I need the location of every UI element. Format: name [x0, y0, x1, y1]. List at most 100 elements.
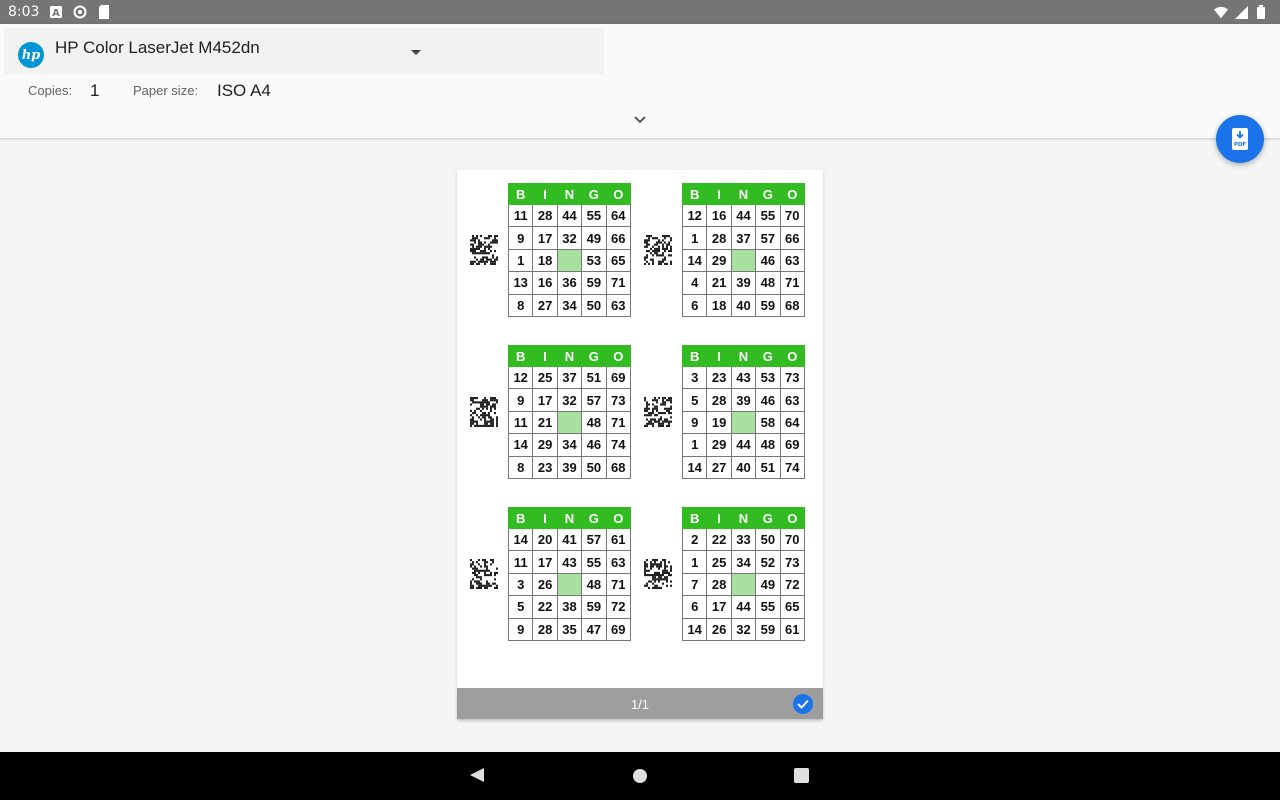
bingo-cell: 9 — [507, 388, 534, 412]
bingo-cell: 22 — [706, 527, 732, 552]
bingo-row: 14 29 34 46 74 — [507, 433, 632, 457]
copies-value[interactable]: 1 — [90, 81, 99, 101]
page-number: 1/1 — [630, 697, 650, 712]
bingo-cell: 68 — [779, 293, 806, 317]
bingo-cell: 39 — [556, 455, 583, 479]
bingo-cell: 51 — [581, 365, 607, 390]
bingo-cell: 28 — [532, 203, 558, 228]
bingo-cell: 23 — [706, 365, 732, 390]
home-icon[interactable] — [633, 769, 647, 783]
bingo-row: 9 19 58 64 — [681, 410, 806, 435]
bingo-cell: 7 — [681, 572, 708, 597]
bingo-cell: 71 — [779, 271, 806, 295]
bingo-cell: 22 — [532, 595, 558, 619]
bingo-cell: 50 — [581, 455, 607, 479]
bingo-cell: 9 — [507, 617, 534, 641]
bingo-cell: 23 — [532, 455, 558, 479]
bingo-card: B I N G O 2 22 33 50 70 1 25 34 52 73 7 28 49 72 6 17 44 55 65 1… — [681, 507, 806, 641]
pdf-download-icon: PDF — [1232, 128, 1248, 150]
bingo-cell: 55 — [581, 550, 607, 574]
bingo-cell: 26 — [706, 617, 732, 641]
bingo-cell: 48 — [755, 433, 781, 457]
a-icon: A — [49, 5, 63, 19]
bingo-header-letter: I — [706, 507, 732, 529]
print-preview-page[interactable]: B I N G O 11 28 44 55 64 9 17 32 49 66 1 18 53 65 13 16 36 59 7… — [457, 170, 823, 688]
bingo-cell: 59 — [581, 595, 607, 619]
bingo-header-letter: O — [605, 507, 632, 529]
bingo-card: B I N G O 14 20 41 57 61 11 17 43 55 63 3 26 48 71 5 22 38 59 7… — [507, 507, 632, 641]
bingo-row: 9 28 35 47 69 — [507, 617, 632, 641]
expand-options-chevron-icon[interactable] — [632, 112, 648, 128]
bingo-cell: 32 — [730, 617, 757, 641]
copies-label: Copies: — [28, 83, 73, 98]
bingo-cell: 50 — [581, 293, 607, 317]
hp-logo: hp — [18, 42, 44, 68]
qr-code — [470, 235, 498, 265]
bingo-cell: 43 — [730, 365, 757, 390]
recents-icon[interactable] — [794, 768, 809, 783]
bingo-cell: 63 — [605, 550, 632, 574]
bingo-cell: 4 — [681, 271, 708, 295]
bingo-row: 12 25 37 51 69 — [507, 365, 632, 390]
bingo-cell: 46 — [755, 388, 781, 412]
bingo-cell: 49 — [581, 226, 607, 250]
paper-size-value[interactable]: ISO A4 — [217, 81, 271, 101]
bingo-cell: 26 — [532, 572, 558, 597]
bingo-cell: 50 — [755, 527, 781, 552]
bingo-cell: 66 — [605, 226, 632, 250]
bingo-header-letter: G — [755, 345, 781, 367]
bingo-cell: 6 — [681, 293, 708, 317]
bingo-cell: 37 — [556, 365, 583, 390]
bingo-cell: 1 — [681, 550, 708, 574]
bingo-row: 14 26 32 59 61 — [681, 617, 806, 641]
sync-icon — [73, 5, 87, 19]
bingo-cell: 64 — [779, 410, 806, 435]
bingo-cell: 1 — [681, 433, 708, 457]
bingo-cell: 58 — [755, 410, 781, 435]
bingo-cell: 2 — [681, 527, 708, 552]
bingo-free-cell — [730, 248, 757, 273]
back-icon[interactable] — [470, 768, 484, 782]
bingo-cell: 69 — [779, 433, 806, 457]
bingo-cell: 55 — [755, 203, 781, 228]
page-selected-check-icon[interactable] — [793, 694, 813, 714]
bingo-cell: 33 — [730, 527, 757, 552]
bingo-row: 8 23 39 50 68 — [507, 455, 632, 479]
bingo-cell: 57 — [581, 527, 607, 552]
bingo-header-letter: G — [755, 507, 781, 529]
bingo-cell: 59 — [755, 293, 781, 317]
bingo-cell: 25 — [532, 365, 558, 390]
bingo-header-letter: O — [605, 183, 632, 205]
bingo-header-letter: G — [581, 183, 607, 205]
bingo-row: 1 29 44 48 69 — [681, 433, 806, 457]
bingo-cell: 44 — [556, 203, 583, 228]
save-as-pdf-button[interactable]: PDF — [1216, 115, 1264, 163]
status-bar: 8:03 A — [0, 0, 1280, 24]
bingo-cell: 65 — [779, 595, 806, 619]
bingo-row: 12 16 44 55 70 — [681, 203, 806, 228]
sd-card-icon — [97, 5, 111, 19]
bingo-cell: 57 — [755, 226, 781, 250]
bingo-cell: 63 — [779, 248, 806, 273]
bingo-cell: 25 — [706, 550, 732, 574]
bingo-row: 11 21 48 71 — [507, 410, 632, 435]
bingo-row: 14 20 41 57 61 — [507, 527, 632, 552]
bingo-cell: 28 — [706, 226, 732, 250]
bingo-row: 7 28 49 72 — [681, 572, 806, 597]
bingo-cell: 39 — [730, 271, 757, 295]
bingo-cell: 11 — [507, 410, 534, 435]
bingo-cell: 71 — [605, 410, 632, 435]
bingo-cell: 71 — [605, 271, 632, 295]
bingo-row: 2 22 33 50 70 — [681, 527, 806, 552]
qr-code — [470, 559, 498, 589]
bingo-cell: 17 — [532, 550, 558, 574]
bingo-cell: 3 — [507, 572, 534, 597]
bingo-cell: 57 — [581, 388, 607, 412]
printer-select-dropdown[interactable]: hp HP Color LaserJet M452dn — [4, 28, 604, 74]
bingo-cell: 29 — [532, 433, 558, 457]
dropdown-arrow-icon[interactable] — [411, 50, 421, 55]
bingo-header-letter: O — [779, 345, 806, 367]
battery-icon — [1254, 5, 1268, 19]
bingo-cell: 44 — [730, 595, 757, 619]
bingo-header-letter: I — [532, 507, 558, 529]
